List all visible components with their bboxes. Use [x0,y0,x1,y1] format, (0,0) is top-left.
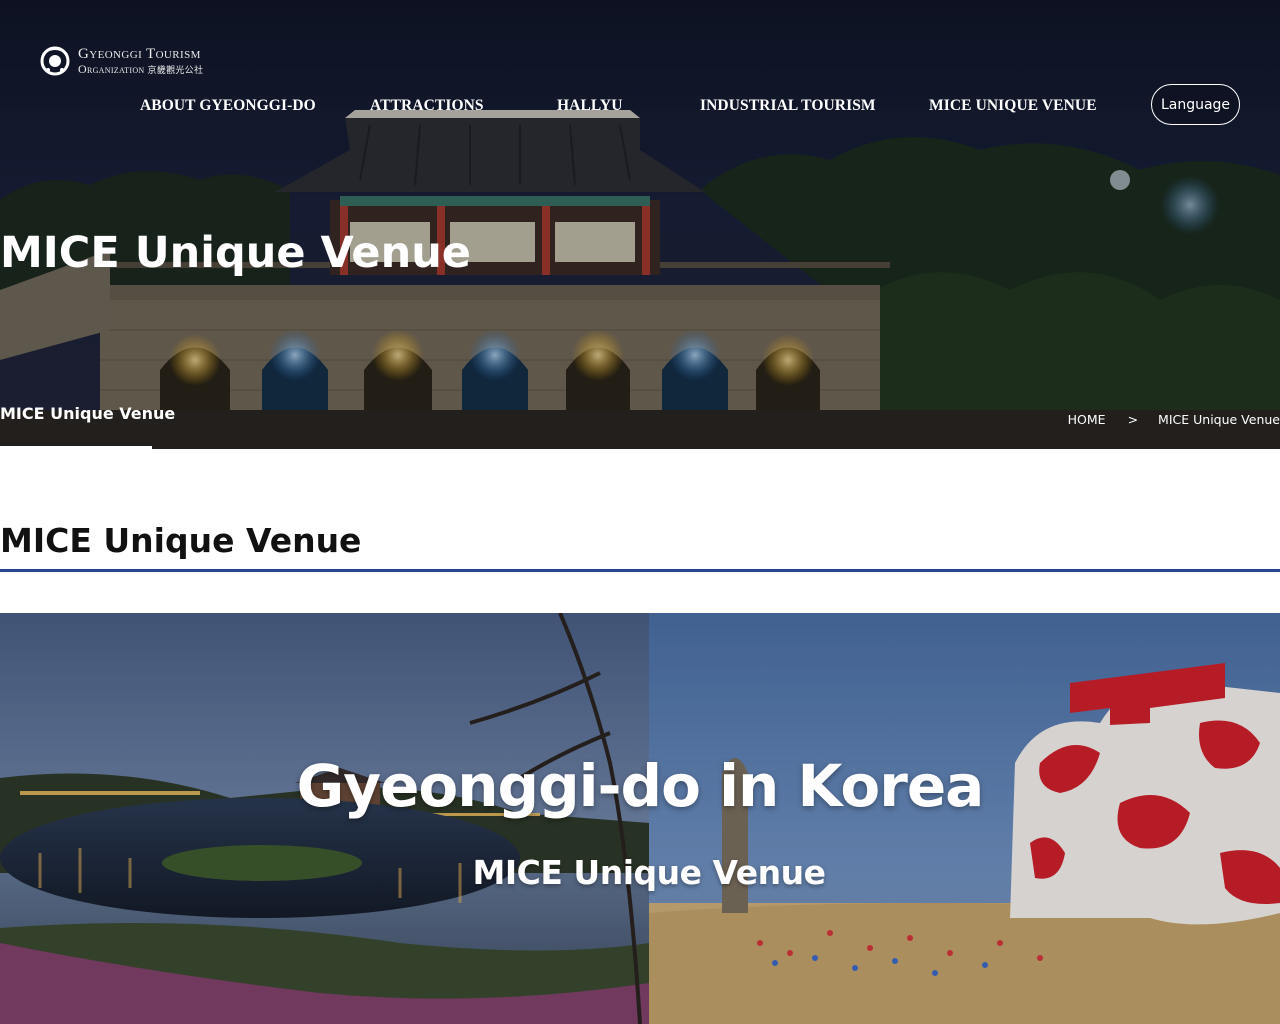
logo-text: Gyeonggi Tourism Organization 京畿觀光公社 [78,45,204,76]
nav-attractions[interactable]: ATTRACTIONS [370,97,484,115]
breadcrumb-separator: > [1127,412,1139,427]
breadcrumb-home[interactable]: HOME [1068,412,1106,427]
banner-subtitle: MICE Unique Venue [472,853,826,892]
heading-divider [0,569,1280,572]
logo-hanja: 京畿觀光公社 [147,64,204,75]
sub-tab-active-indicator [0,446,152,449]
logo-line-2: Organization 京畿觀光公社 [78,61,204,76]
logo-line-1: Gyeonggi Tourism [78,45,201,62]
sub-tab-mice-unique-venue[interactable]: MICE Unique Venue [0,404,175,423]
nav-hallyu[interactable]: HALLYU [557,97,623,115]
banner-title: Gyeonggi-do in Korea [296,752,985,820]
breadcrumb: HOME > MICE Unique Venue [1068,412,1280,427]
hero-title: MICE Unique Venue [0,228,471,278]
nav-mice-unique-venue[interactable]: MICE UNIQUE VENUE [929,97,1097,115]
nav-industrial-tourism[interactable]: INDUSTRIAL TOURISM [700,97,876,115]
logo-line-2-text: Organization [78,61,145,76]
gyeonggi-tourism-logo-icon [40,46,70,76]
hero-banner: Gyeonggi Tourism Organization 京畿觀光公社 ABOU… [0,0,1280,449]
nav-about-gyeonggi-do[interactable]: ABOUT GYEONGGI-DO [140,97,316,115]
language-button[interactable]: Language [1151,84,1240,125]
page-heading: MICE Unique Venue [0,521,362,560]
breadcrumb-current: MICE Unique Venue [1158,412,1280,427]
site-logo[interactable]: Gyeonggi Tourism Organization 京畿觀光公社 [40,42,203,80]
